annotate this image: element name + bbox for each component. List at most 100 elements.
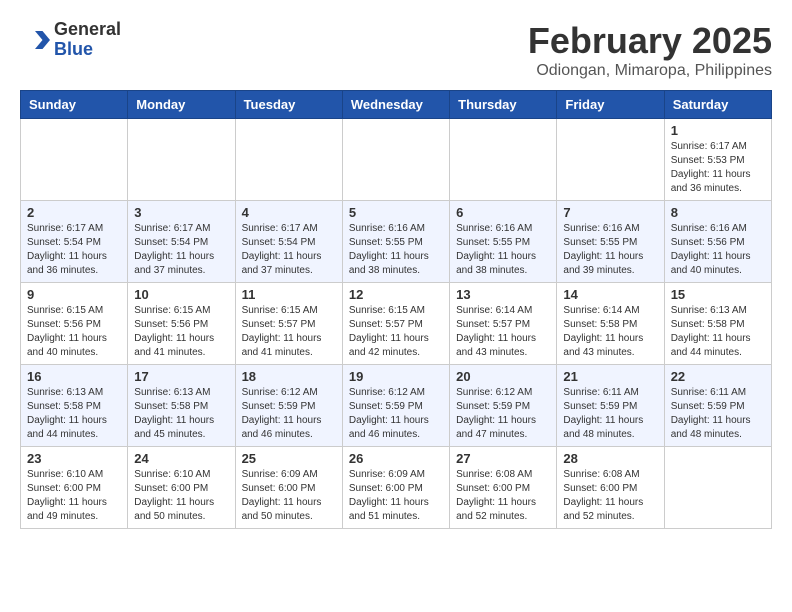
day-cell: 11 Sunrise: 6:15 AM Sunset: 5:57 PM Dayli… — [235, 283, 342, 365]
day-cell — [342, 119, 449, 201]
week-row-2: 2 Sunrise: 6:17 AM Sunset: 5:54 PM Daylig… — [21, 201, 772, 283]
logo-text: General Blue — [54, 20, 121, 60]
day-number: 15 — [671, 287, 765, 302]
day-number: 11 — [242, 287, 336, 302]
day-info: Sunrise: 6:12 AM Sunset: 5:59 PM Dayligh… — [242, 386, 336, 442]
day-info: Sunrise: 6:11 AM Sunset: 5:59 PM Dayligh… — [671, 386, 765, 442]
day-info: Sunrise: 6:12 AM Sunset: 5:59 PM Dayligh… — [349, 386, 443, 442]
day-number: 7 — [563, 205, 657, 220]
logo-icon — [20, 25, 50, 55]
day-number: 28 — [563, 451, 657, 466]
page-header: General Blue February 2025 Odiongan, Mim… — [20, 20, 772, 80]
day-number: 24 — [134, 451, 228, 466]
day-number: 25 — [242, 451, 336, 466]
calendar-table: SundayMondayTuesdayWednesdayThursdayFrid… — [20, 90, 772, 529]
day-cell: 8 Sunrise: 6:16 AM Sunset: 5:56 PM Daylig… — [664, 201, 771, 283]
week-row-5: 23Sunrise: 6:10 AM Sunset: 6:00 PM Dayli… — [21, 447, 772, 529]
calendar-title: February 2025 — [528, 20, 772, 62]
day-info: Sunrise: 6:16 AM Sunset: 5:56 PM Dayligh… — [671, 222, 765, 278]
day-info: Sunrise: 6:14 AM Sunset: 5:57 PM Dayligh… — [456, 304, 550, 360]
day-info: Sunrise: 6:15 AM Sunset: 5:56 PM Dayligh… — [27, 304, 121, 360]
day-info: Sunrise: 6:09 AM Sunset: 6:00 PM Dayligh… — [349, 468, 443, 524]
day-number: 3 — [134, 205, 228, 220]
day-number: 2 — [27, 205, 121, 220]
day-info: Sunrise: 6:17 AM Sunset: 5:53 PM Dayligh… — [671, 140, 765, 196]
day-number: 5 — [349, 205, 443, 220]
week-row-4: 16 Sunrise: 6:13 AM Sunset: 5:58 PM Dayli… — [21, 365, 772, 447]
day-cell: 5 Sunrise: 6:16 AM Sunset: 5:55 PM Daylig… — [342, 201, 449, 283]
day-cell: 9Sunrise: 6:15 AM Sunset: 5:56 PM Daylig… — [21, 283, 128, 365]
day-cell: 18 Sunrise: 6:12 AM Sunset: 5:59 PM Dayli… — [235, 365, 342, 447]
day-number: 18 — [242, 369, 336, 384]
day-number: 13 — [456, 287, 550, 302]
day-info: Sunrise: 6:11 AM Sunset: 5:59 PM Dayligh… — [563, 386, 657, 442]
day-number: 19 — [349, 369, 443, 384]
day-info: Sunrise: 6:16 AM Sunset: 5:55 PM Dayligh… — [349, 222, 443, 278]
day-number: 21 — [563, 369, 657, 384]
week-row-3: 9Sunrise: 6:15 AM Sunset: 5:56 PM Daylig… — [21, 283, 772, 365]
day-cell: 12 Sunrise: 6:15 AM Sunset: 5:57 PM Dayli… — [342, 283, 449, 365]
day-number: 20 — [456, 369, 550, 384]
day-number: 12 — [349, 287, 443, 302]
day-cell: 21 Sunrise: 6:11 AM Sunset: 5:59 PM Dayli… — [557, 365, 664, 447]
day-cell: 10 Sunrise: 6:15 AM Sunset: 5:56 PM Dayli… — [128, 283, 235, 365]
day-cell: 1Sunrise: 6:17 AM Sunset: 5:53 PM Daylig… — [664, 119, 771, 201]
day-cell — [128, 119, 235, 201]
day-number: 23 — [27, 451, 121, 466]
day-cell: 14 Sunrise: 6:14 AM Sunset: 5:58 PM Dayli… — [557, 283, 664, 365]
calendar-subtitle: Odiongan, Mimaropa, Philippines — [528, 62, 772, 80]
column-header-sunday: Sunday — [21, 91, 128, 119]
day-info: Sunrise: 6:08 AM Sunset: 6:00 PM Dayligh… — [563, 468, 657, 524]
column-header-saturday: Saturday — [664, 91, 771, 119]
day-cell: 6Sunrise: 6:16 AM Sunset: 5:55 PM Daylig… — [450, 201, 557, 283]
day-info: Sunrise: 6:15 AM Sunset: 5:56 PM Dayligh… — [134, 304, 228, 360]
day-cell: 17Sunrise: 6:13 AM Sunset: 5:58 PM Dayli… — [128, 365, 235, 447]
day-cell: 16 Sunrise: 6:13 AM Sunset: 5:58 PM Dayli… — [21, 365, 128, 447]
column-header-friday: Friday — [557, 91, 664, 119]
day-cell — [21, 119, 128, 201]
day-info: Sunrise: 6:13 AM Sunset: 5:58 PM Dayligh… — [134, 386, 228, 442]
day-number: 6 — [456, 205, 550, 220]
day-cell: 26 Sunrise: 6:09 AM Sunset: 6:00 PM Dayli… — [342, 447, 449, 529]
day-cell: 25 Sunrise: 6:09 AM Sunset: 6:00 PM Dayli… — [235, 447, 342, 529]
day-cell: 2 Sunrise: 6:17 AM Sunset: 5:54 PM Daylig… — [21, 201, 128, 283]
day-info: Sunrise: 6:16 AM Sunset: 5:55 PM Dayligh… — [563, 222, 657, 278]
day-cell: 23Sunrise: 6:10 AM Sunset: 6:00 PM Dayli… — [21, 447, 128, 529]
day-info: Sunrise: 6:08 AM Sunset: 6:00 PM Dayligh… — [456, 468, 550, 524]
day-number: 26 — [349, 451, 443, 466]
day-info: Sunrise: 6:14 AM Sunset: 5:58 PM Dayligh… — [563, 304, 657, 360]
day-number: 16 — [27, 369, 121, 384]
column-header-monday: Monday — [128, 91, 235, 119]
week-row-1: 1Sunrise: 6:17 AM Sunset: 5:53 PM Daylig… — [21, 119, 772, 201]
day-number: 4 — [242, 205, 336, 220]
day-number: 27 — [456, 451, 550, 466]
day-number: 14 — [563, 287, 657, 302]
day-number: 10 — [134, 287, 228, 302]
day-info: Sunrise: 6:17 AM Sunset: 5:54 PM Dayligh… — [27, 222, 121, 278]
day-cell: 24Sunrise: 6:10 AM Sunset: 6:00 PM Dayli… — [128, 447, 235, 529]
day-cell: 13 Sunrise: 6:14 AM Sunset: 5:57 PM Dayli… — [450, 283, 557, 365]
header-row: SundayMondayTuesdayWednesdayThursdayFrid… — [21, 91, 772, 119]
day-info: Sunrise: 6:09 AM Sunset: 6:00 PM Dayligh… — [242, 468, 336, 524]
day-number: 8 — [671, 205, 765, 220]
day-info: Sunrise: 6:13 AM Sunset: 5:58 PM Dayligh… — [27, 386, 121, 442]
day-cell — [557, 119, 664, 201]
day-cell: 22 Sunrise: 6:11 AM Sunset: 5:59 PM Dayli… — [664, 365, 771, 447]
day-cell: 15 Sunrise: 6:13 AM Sunset: 5:58 PM Dayli… — [664, 283, 771, 365]
title-section: February 2025 Odiongan, Mimaropa, Philip… — [528, 20, 772, 80]
day-cell: 3 Sunrise: 6:17 AM Sunset: 5:54 PM Daylig… — [128, 201, 235, 283]
column-header-tuesday: Tuesday — [235, 91, 342, 119]
day-info: Sunrise: 6:17 AM Sunset: 5:54 PM Dayligh… — [134, 222, 228, 278]
day-cell: 28 Sunrise: 6:08 AM Sunset: 6:00 PM Dayli… — [557, 447, 664, 529]
day-info: Sunrise: 6:13 AM Sunset: 5:58 PM Dayligh… — [671, 304, 765, 360]
day-cell — [450, 119, 557, 201]
day-number: 22 — [671, 369, 765, 384]
day-info: Sunrise: 6:15 AM Sunset: 5:57 PM Dayligh… — [242, 304, 336, 360]
day-cell — [664, 447, 771, 529]
column-header-wednesday: Wednesday — [342, 91, 449, 119]
logo: General Blue — [20, 20, 121, 60]
logo-blue-text: Blue — [54, 40, 121, 60]
day-info: Sunrise: 6:15 AM Sunset: 5:57 PM Dayligh… — [349, 304, 443, 360]
column-header-thursday: Thursday — [450, 91, 557, 119]
day-info: Sunrise: 6:12 AM Sunset: 5:59 PM Dayligh… — [456, 386, 550, 442]
